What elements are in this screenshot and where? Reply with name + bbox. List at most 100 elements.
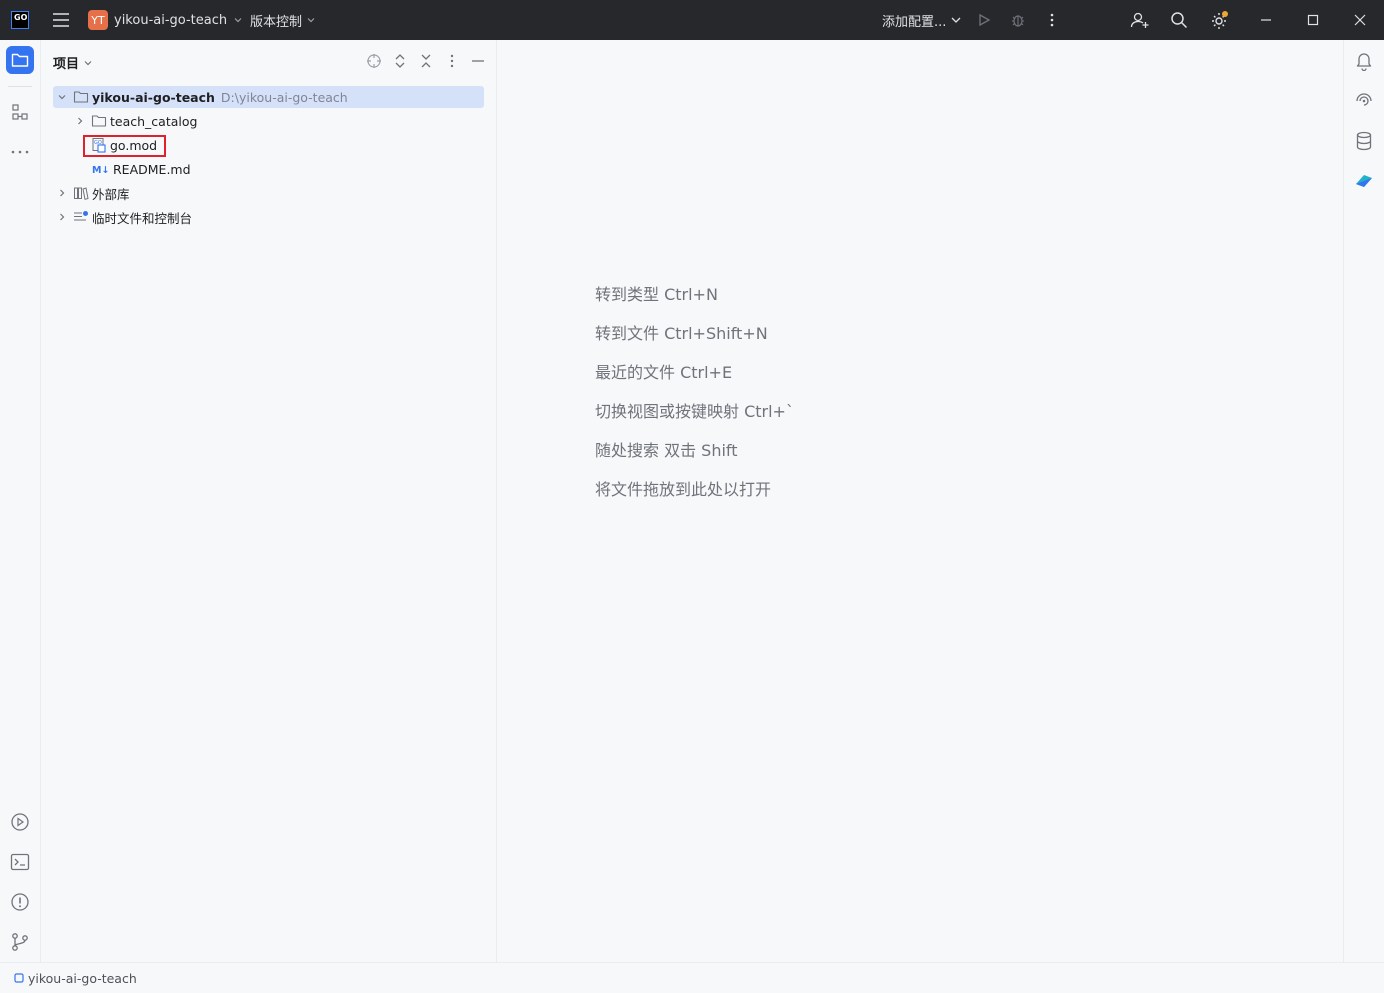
expand-all-icon [393, 53, 407, 69]
chevron-right-icon[interactable] [73, 114, 87, 128]
project-name: yikou-ai-go-teach [114, 12, 228, 28]
ai-assistant-icon [1354, 91, 1374, 111]
terminal-tool-button[interactable] [6, 848, 34, 876]
collapse-all-icon [419, 53, 433, 69]
play-icon [972, 8, 996, 32]
main-menu-button[interactable] [49, 0, 73, 40]
more-actions-button[interactable] [1040, 0, 1064, 40]
folder-icon [91, 113, 107, 129]
module-icon [14, 973, 24, 983]
tree-item-label: 临时文件和控制台 [92, 210, 193, 226]
app-logo: GO [11, 0, 29, 40]
horizontal-dots-icon [11, 150, 29, 154]
chevron-right-icon[interactable] [55, 210, 69, 224]
tree-item-label: yikou-ai-go-teach [92, 89, 215, 105]
gear-icon [1207, 8, 1231, 32]
close-window-button[interactable] [1348, 0, 1372, 40]
run-services-icon [10, 812, 30, 832]
project-tool-button[interactable] [6, 46, 34, 74]
structure-icon [11, 103, 29, 121]
status-project-path: yikou-ai-go-teach [28, 970, 137, 986]
database-button[interactable] [1352, 129, 1376, 153]
status-breadcrumb[interactable]: yikou-ai-go-teach [14, 971, 137, 986]
chevron-down-icon[interactable] [55, 90, 69, 104]
tree-item-external-libraries[interactable]: 外部库 [55, 182, 130, 204]
app-logo-text: GO [14, 13, 28, 22]
locate-file-button[interactable] [366, 52, 382, 70]
project-widget[interactable]: YT yikou-ai-go-teach [88, 0, 243, 40]
left-tool-strip [0, 40, 41, 962]
hint-goto-file: 转到文件 Ctrl+Shift+N [595, 324, 768, 343]
tree-item-root[interactable]: yikou-ai-go-teach D:\yikou-ai-go-teach [53, 86, 484, 108]
hint-recent-files: 最近的文件 Ctrl+E [595, 363, 733, 382]
project-panel-title: 项目 [53, 57, 80, 72]
expand-all-button[interactable] [392, 52, 408, 70]
terminal-icon [10, 853, 30, 871]
chevron-right-icon[interactable] [55, 186, 69, 200]
library-icon [73, 185, 89, 201]
add-user-icon [1128, 8, 1152, 32]
markdown-file-icon: M↓ [91, 161, 110, 177]
hint-drop-files: 将文件拖放到此处以打开 [595, 480, 772, 499]
hint-switch-view: 切换视图或按键映射 Ctrl+` [595, 402, 794, 421]
run-config-label: 添加配置... [882, 14, 947, 30]
vcs-label: 版本控制 [250, 14, 303, 30]
git-tool-button[interactable] [6, 928, 34, 956]
git-branch-icon [11, 932, 29, 952]
chevron-down-icon [83, 58, 93, 68]
maximize-button[interactable] [1301, 0, 1325, 40]
search-icon [1167, 8, 1191, 32]
status-bar: yikou-ai-go-teach [0, 962, 1384, 993]
editor-empty-area[interactable]: 转到类型 Ctrl+N 转到文件 Ctrl+Shift+N 最近的文件 Ctrl… [497, 40, 1342, 962]
highlight-box [83, 135, 166, 157]
hide-panel-button[interactable] [470, 52, 486, 70]
bug-icon [1006, 8, 1030, 32]
search-button[interactable] [1167, 0, 1191, 40]
project-panel-header: 项目 [41, 40, 496, 82]
project-badge: YT [88, 10, 108, 30]
tree-item-teach-catalog[interactable]: teach_catalog [73, 110, 197, 132]
code-with-me-button[interactable] [1128, 0, 1152, 40]
tree-item-scratches[interactable]: 临时文件和控制台 [55, 206, 192, 228]
structure-tool-button[interactable] [6, 98, 34, 126]
vcs-widget[interactable]: 版本控制 [250, 0, 316, 40]
plugin-logo-icon [1355, 173, 1373, 189]
bell-icon [1355, 51, 1373, 71]
svg-text:M↓: M↓ [92, 165, 109, 175]
tree-item-label: README.md [113, 161, 191, 177]
minimize-icon [471, 54, 485, 68]
minimize-button[interactable] [1254, 0, 1278, 40]
panel-options-button[interactable] [444, 52, 460, 70]
problems-tool-button[interactable] [6, 888, 34, 916]
strip-divider [8, 86, 32, 87]
right-tool-strip [1343, 40, 1384, 962]
plugin-tool-button[interactable] [1352, 169, 1376, 193]
tree-item-label: teach_catalog [110, 113, 198, 129]
tree-item-path: D:\yikou-ai-go-teach [220, 89, 348, 105]
folder-icon [73, 89, 89, 105]
collapse-all-button[interactable] [418, 52, 434, 70]
project-panel: 项目 yikou-ai-go-teach D:\yikou-ai-go-teac… [41, 40, 497, 962]
run-config-widget[interactable]: 添加配置... [882, 0, 962, 40]
notifications-button[interactable] [1352, 49, 1376, 73]
crosshair-icon [366, 53, 382, 69]
vertical-dots-icon [450, 54, 454, 68]
vertical-dots-icon [1040, 8, 1064, 32]
more-tools-button[interactable] [6, 138, 34, 166]
chevron-down-icon [306, 15, 316, 25]
chevron-down-icon [950, 14, 962, 26]
problems-icon [10, 892, 30, 912]
database-icon [1355, 131, 1373, 151]
ai-assistant-button[interactable] [1352, 89, 1376, 113]
services-tool-button[interactable] [6, 808, 34, 836]
debug-button[interactable] [1006, 0, 1030, 40]
tree-item-label: 外部库 [92, 186, 130, 202]
minimize-icon [1254, 8, 1278, 32]
scratches-icon [73, 209, 89, 225]
tree-item-readme[interactable]: M↓ README.md [91, 158, 191, 180]
project-view-selector[interactable]: 项目 [53, 53, 93, 72]
settings-button[interactable] [1207, 0, 1231, 40]
close-icon [1348, 8, 1372, 32]
hint-search-everywhere: 随处搜索 双击 Shift [595, 441, 738, 460]
run-button[interactable] [972, 0, 996, 40]
